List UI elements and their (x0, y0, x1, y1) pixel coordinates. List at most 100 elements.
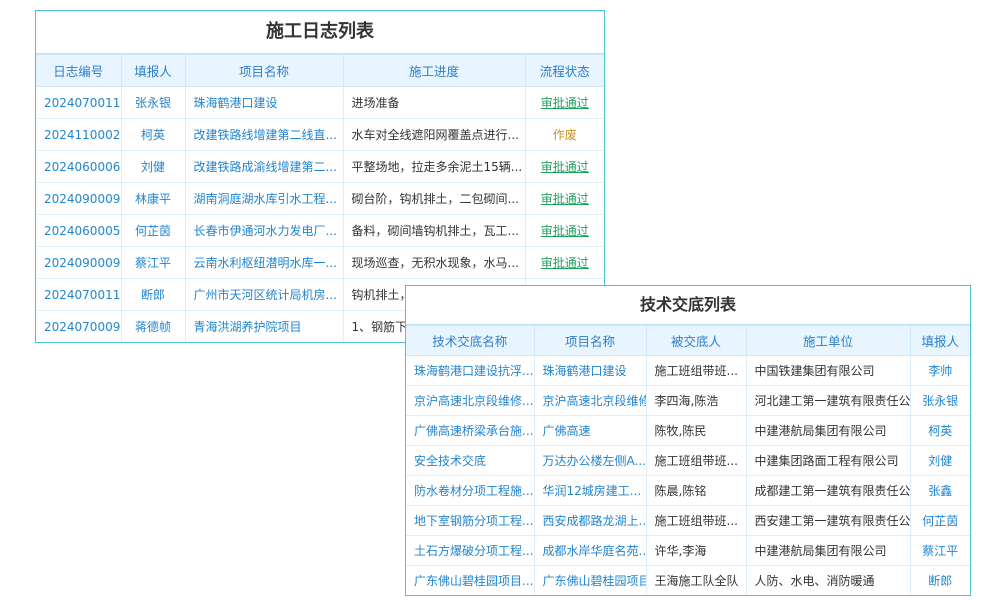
disclosure_table-cell[interactable]: 广佛高速桥梁承台施... (406, 416, 534, 446)
cell-link[interactable]: 断郎 (141, 288, 165, 302)
cell-link[interactable]: 京沪高速北京段维修... (414, 394, 533, 408)
log_table-cell[interactable]: 蔡江平 (121, 247, 185, 279)
log_table-cell[interactable]: 2024060005 (36, 215, 121, 247)
cell-link[interactable]: 蔡江平 (135, 256, 171, 270)
log_table-cell[interactable]: 审批通过 (525, 151, 604, 183)
disclosure_table-cell[interactable]: 张永银 (910, 386, 970, 416)
cell-link[interactable]: 珠海鹤港口建设抗浮... (414, 364, 533, 378)
disclosure_table-cell[interactable]: 广东佛山碧桂园项目 (534, 566, 646, 596)
log_table-cell[interactable]: 审批通过 (525, 87, 604, 119)
disclosure_table-cell[interactable]: 地下室钢筋分项工程... (406, 506, 534, 536)
cell-link[interactable]: 广东佛山碧桂园项目 (543, 574, 647, 588)
disclosure_table-cell[interactable]: 李帅 (910, 356, 970, 386)
cell-link[interactable]: 云南水利枢纽潜明水库一... (194, 256, 337, 270)
status-badge[interactable]: 作废 (553, 128, 577, 142)
cell-link[interactable]: 华润12城房建工... (543, 484, 642, 498)
cell-link[interactable]: 地下室钢筋分项工程... (414, 514, 533, 528)
cell-link[interactable]: 万达办公楼左侧A... (543, 454, 646, 468)
disclosure_table-cell[interactable]: 柯英 (910, 416, 970, 446)
disclosure_table-cell[interactable]: 广佛高速 (534, 416, 646, 446)
log_table-cell[interactable]: 审批通过 (525, 215, 604, 247)
log_table-cell[interactable]: 云南水利枢纽潜明水库一... (185, 247, 343, 279)
log_table-cell[interactable]: 珠海鹤港口建设 (185, 87, 343, 119)
cell-link[interactable]: 柯英 (141, 128, 165, 142)
log_table-cell[interactable]: 断郎 (121, 279, 185, 311)
cell-link[interactable]: 湖南洞庭湖水库引水工程... (194, 192, 337, 206)
disclosure_table-cell[interactable]: 蔡江平 (910, 536, 970, 566)
disclosure_table-cell[interactable]: 京沪高速北京段维修... (406, 386, 534, 416)
status-badge[interactable]: 审批通过 (541, 192, 589, 206)
cell-link[interactable]: 柯英 (928, 424, 952, 438)
cell-link[interactable]: 何芷茵 (135, 224, 171, 238)
log_table-cell[interactable]: 2024090009 (36, 247, 121, 279)
cell-link[interactable]: 防水卷材分项工程施... (414, 484, 533, 498)
status-badge[interactable]: 审批通过 (541, 256, 589, 270)
log_table-cell[interactable]: 青海洪湖养护院项目 (185, 311, 343, 343)
log_table-cell[interactable]: 刘健 (121, 151, 185, 183)
cell-link[interactable]: 土石方爆破分项工程... (414, 544, 533, 558)
log_table-cell[interactable]: 作废 (525, 119, 604, 151)
log_table-cell[interactable]: 蒋德帧 (121, 311, 185, 343)
cell-link[interactable]: 何芷茵 (922, 514, 958, 528)
log_table-cell[interactable]: 柯英 (121, 119, 185, 151)
disclosure_table-cell[interactable]: 张鑫 (910, 476, 970, 506)
disclosure_table-cell[interactable]: 华润12城房建工... (534, 476, 646, 506)
cell-link[interactable]: 成都水岸华庭名苑... (543, 544, 647, 558)
cell-link[interactable]: 西安成都路龙湖上... (543, 514, 647, 528)
cell-link[interactable]: 2024070009 (44, 320, 120, 334)
log_table-cell[interactable]: 2024070009 (36, 311, 121, 343)
disclosure_table-cell[interactable]: 断郎 (910, 566, 970, 596)
log_table-cell[interactable]: 2024110002 (36, 119, 121, 151)
log_table-cell[interactable]: 长春市伊通河水力发电厂... (185, 215, 343, 247)
log_table-cell[interactable]: 林康平 (121, 183, 185, 215)
cell-link[interactable]: 改建铁路成渝线增建第二... (194, 160, 337, 174)
log_table-cell[interactable]: 张永银 (121, 87, 185, 119)
cell-link[interactable]: 断郎 (928, 574, 952, 588)
disclosure_table-cell[interactable]: 何芷茵 (910, 506, 970, 536)
cell-link[interactable]: 蒋德帧 (135, 320, 171, 334)
log_table-cell[interactable]: 审批通过 (525, 183, 604, 215)
cell-link[interactable]: 2024070011 (44, 96, 120, 110)
cell-link[interactable]: 林康平 (135, 192, 171, 206)
disclosure_table-cell[interactable]: 土石方爆破分项工程... (406, 536, 534, 566)
cell-link[interactable]: 长春市伊通河水力发电厂... (194, 224, 337, 238)
log_table-cell[interactable]: 湖南洞庭湖水库引水工程... (185, 183, 343, 215)
cell-link[interactable]: 广东佛山碧桂园项目... (414, 574, 533, 588)
log_table-cell[interactable]: 改建铁路线增建第二线直... (185, 119, 343, 151)
status-badge[interactable]: 审批通过 (541, 224, 589, 238)
cell-link[interactable]: 珠海鹤港口建设 (194, 96, 278, 110)
cell-link[interactable]: 珠海鹤港口建设 (543, 364, 627, 378)
cell-link[interactable]: 蔡江平 (922, 544, 958, 558)
log_table-cell[interactable]: 2024070011 (36, 87, 121, 119)
cell-link[interactable]: 2024070011 (44, 288, 120, 302)
disclosure_table-cell[interactable]: 西安成都路龙湖上... (534, 506, 646, 536)
cell-link[interactable]: 京沪高速北京段维修 (543, 394, 647, 408)
cell-link[interactable]: 2024090009 (44, 256, 120, 270)
disclosure_table-cell[interactable]: 珠海鹤港口建设抗浮... (406, 356, 534, 386)
cell-link[interactable]: 2024060006 (44, 160, 120, 174)
cell-link[interactable]: 张永银 (135, 96, 171, 110)
cell-link[interactable]: 李帅 (928, 364, 952, 378)
cell-link[interactable]: 改建铁路线增建第二线直... (194, 128, 337, 142)
disclosure_table-cell[interactable]: 广东佛山碧桂园项目... (406, 566, 534, 596)
cell-link[interactable]: 刘健 (141, 160, 165, 174)
cell-link[interactable]: 广州市天河区统计局机房... (194, 288, 337, 302)
cell-link[interactable]: 安全技术交底 (414, 454, 486, 468)
log_table-cell[interactable]: 广州市天河区统计局机房... (185, 279, 343, 311)
disclosure_table-cell[interactable]: 珠海鹤港口建设 (534, 356, 646, 386)
cell-link[interactable]: 广佛高速桥梁承台施... (414, 424, 533, 438)
disclosure_table-cell[interactable]: 成都水岸华庭名苑... (534, 536, 646, 566)
status-badge[interactable]: 审批通过 (541, 96, 589, 110)
cell-link[interactable]: 张永银 (922, 394, 958, 408)
log_table-cell[interactable]: 2024070011 (36, 279, 121, 311)
cell-link[interactable]: 刘健 (928, 454, 952, 468)
disclosure_table-cell[interactable]: 刘健 (910, 446, 970, 476)
log_table-cell[interactable]: 2024090009 (36, 183, 121, 215)
disclosure_table-cell[interactable]: 安全技术交底 (406, 446, 534, 476)
cell-link[interactable]: 2024060005 (44, 224, 120, 238)
cell-link[interactable]: 青海洪湖养护院项目 (194, 320, 302, 334)
cell-link[interactable]: 2024110002 (44, 128, 120, 142)
cell-link[interactable]: 张鑫 (928, 484, 952, 498)
cell-link[interactable]: 广佛高速 (543, 424, 591, 438)
disclosure_table-cell[interactable]: 万达办公楼左侧A... (534, 446, 646, 476)
